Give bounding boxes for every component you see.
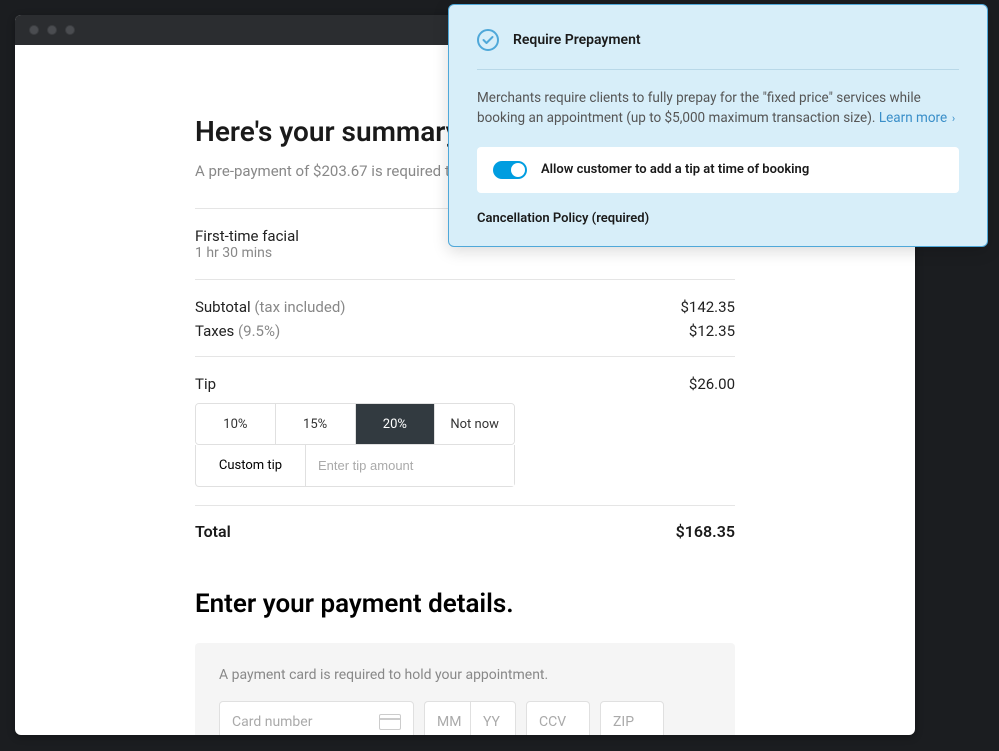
taxes-row: Taxes (9.5%) $12.35: [195, 316, 735, 356]
chevron-right-icon: ›: [949, 112, 955, 125]
tip-label: Tip: [195, 375, 216, 393]
tip-option-15[interactable]: 15%: [276, 404, 356, 444]
custom-tip-input[interactable]: [306, 445, 514, 486]
subtotal-label: Subtotal (tax included): [195, 298, 346, 316]
total-label: Total: [195, 522, 231, 541]
subtotal-row: Subtotal (tax included) $142.35: [195, 280, 735, 316]
learn-more-link[interactable]: Learn more ›: [879, 110, 955, 126]
window-minimize-icon[interactable]: [47, 25, 57, 35]
tip-option-10[interactable]: 10%: [196, 404, 276, 444]
total-row: Total $168.35: [195, 506, 735, 557]
taxes-value: $12.35: [689, 322, 735, 340]
tip-selector: 10% 15% 20% Not now: [195, 403, 515, 445]
card-icon: [379, 714, 401, 730]
popover-body: Merchants require clients to fully prepa…: [477, 70, 959, 147]
card-fields: Card number MM YY CCV ZIP: [219, 701, 711, 735]
taxes-label: Taxes (9.5%): [195, 322, 280, 340]
toggle-card: Allow customer to add a tip at time of b…: [477, 147, 959, 193]
item-duration: 1 hr 30 mins: [195, 245, 735, 279]
toggle-label: Allow customer to add a tip at time of b…: [541, 162, 809, 177]
custom-tip-row: Custom tip: [195, 445, 515, 487]
card-expiry-month-input[interactable]: MM: [424, 701, 470, 735]
total-value: $168.35: [676, 522, 735, 541]
tip-row: Tip $26.00: [195, 357, 735, 393]
allow-tip-toggle[interactable]: [493, 161, 527, 179]
card-zip-input[interactable]: ZIP: [600, 701, 664, 735]
card-number-input[interactable]: Card number: [219, 701, 414, 735]
payment-title: Enter your payment details.: [195, 589, 735, 619]
item-name: First-time facial: [195, 227, 299, 245]
payment-message: A payment card is required to hold your …: [219, 667, 711, 683]
check-circle-icon: [477, 29, 499, 51]
window-maximize-icon[interactable]: [65, 25, 75, 35]
card-expiry-year-input[interactable]: YY: [470, 701, 516, 735]
card-ccv-input[interactable]: CCV: [526, 701, 590, 735]
custom-tip-label[interactable]: Custom tip: [196, 445, 306, 486]
payment-box: A payment card is required to hold your …: [195, 643, 735, 735]
tip-option-20[interactable]: 20%: [356, 404, 436, 444]
popover-header: Require Prepayment: [477, 29, 959, 70]
cancellation-policy-label: Cancellation Policy (required): [477, 211, 959, 226]
popover-title: Require Prepayment: [513, 32, 641, 48]
subtotal-value: $142.35: [680, 298, 735, 316]
tip-option-not-now[interactable]: Not now: [435, 404, 514, 444]
window-close-icon[interactable]: [29, 25, 39, 35]
prepayment-popover: Require Prepayment Merchants require cli…: [448, 4, 988, 247]
tip-value: $26.00: [689, 375, 735, 393]
